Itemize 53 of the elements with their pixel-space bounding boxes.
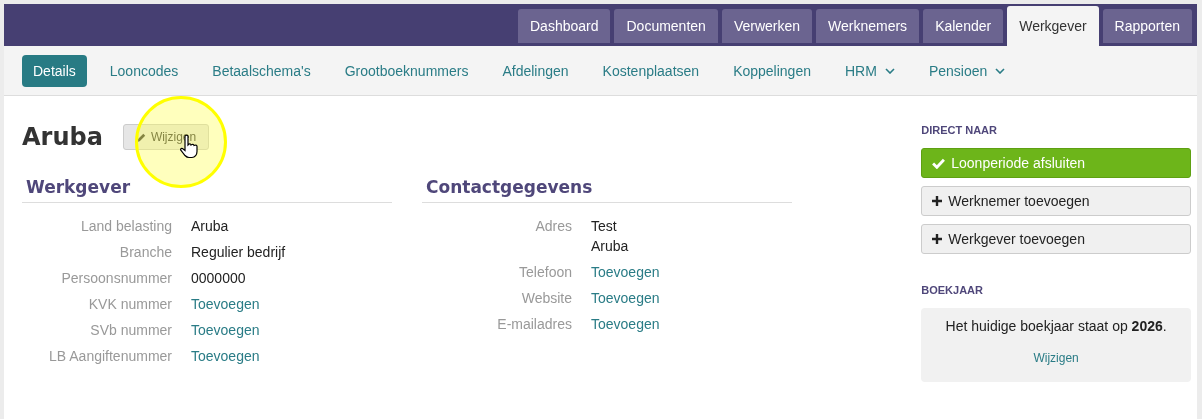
nav-tab[interactable]: Kalender [923,9,1004,43]
field-label: Adres [534,218,572,236]
sub-nav-tab[interactable]: Betaalschema's [201,54,322,87]
sub-nav-tab[interactable]: Kostenplaatsen [591,54,711,87]
field-label: LB Aangiftenummer [48,348,172,364]
field-label: Land belasting [79,218,172,234]
field-value: Regulier bedrijf [191,244,286,260]
sub-nav-tab[interactable]: Koppelingen [722,54,822,87]
field-value: 0000000 [191,270,246,286]
pencil-icon [135,131,147,143]
chevron-down-icon [884,67,895,74]
add-button[interactable]: Werknemer toevoegen [921,186,1191,216]
nav-tab[interactable]: Dashboard [518,9,611,43]
field-label: Telefoon [518,264,572,280]
nav-tab[interactable]: Verwerken [721,9,813,43]
add-link[interactable]: Toevoegen [191,296,260,312]
page-title: Aruba [22,123,103,151]
field-label: Website [520,290,572,306]
fiscal-year-text: Het huidige boekjaar staat op 2026. [944,318,1168,334]
checkmark-icon [932,157,946,169]
field-label: SVb nummer [89,322,172,338]
field-label: E-mailadres [496,316,572,332]
nav-tab[interactable]: Werknemers [816,9,920,43]
add-link[interactable]: Toevoegen [191,348,260,364]
sub-nav-tab[interactable]: Looncodes [98,54,190,87]
add-link[interactable]: Toevoegen [191,322,260,338]
field-label: KVK nummer [87,296,172,312]
nav-tab[interactable]: Documenten [614,9,718,43]
nav-tab[interactable]: Rapporten [1102,9,1192,43]
plus-icon [932,234,943,244]
field-value: Aruba [591,238,629,254]
field-value: Aruba [191,218,229,234]
section-heading: Contactgegevens [422,177,792,203]
field-label: Persoonsnummer [60,270,172,286]
change-link[interactable]: Wijzigen [1033,351,1079,365]
field-value: Test [591,218,618,234]
close-period-button[interactable]: Loonperiode afsluiten [921,148,1191,178]
chevron-down-icon [995,67,1006,74]
section-heading: Werkgever [22,177,392,203]
field-label: Branche [118,244,172,260]
sidebar-heading: BOEKJAAR [921,284,984,296]
nav-tab[interactable]: Werkgever [1007,6,1099,46]
sub-nav-tab[interactable]: Details [22,54,87,87]
plus-icon [932,196,943,206]
add-link[interactable]: Toevoegen [591,264,660,280]
add-link[interactable]: Toevoegen [591,290,660,306]
sub-nav-tab[interactable]: Pensioen [917,54,1017,87]
add-link[interactable]: Toevoegen [591,316,660,332]
sidebar-heading: DIRECT NAAR [921,124,998,136]
sub-nav-tab[interactable]: Afdelingen [491,54,580,87]
sub-nav-tab[interactable]: HRM [834,54,906,87]
sub-nav-tab[interactable]: Grootboeknummers [333,54,480,87]
add-button[interactable]: Werkgever toevoegen [921,224,1191,254]
